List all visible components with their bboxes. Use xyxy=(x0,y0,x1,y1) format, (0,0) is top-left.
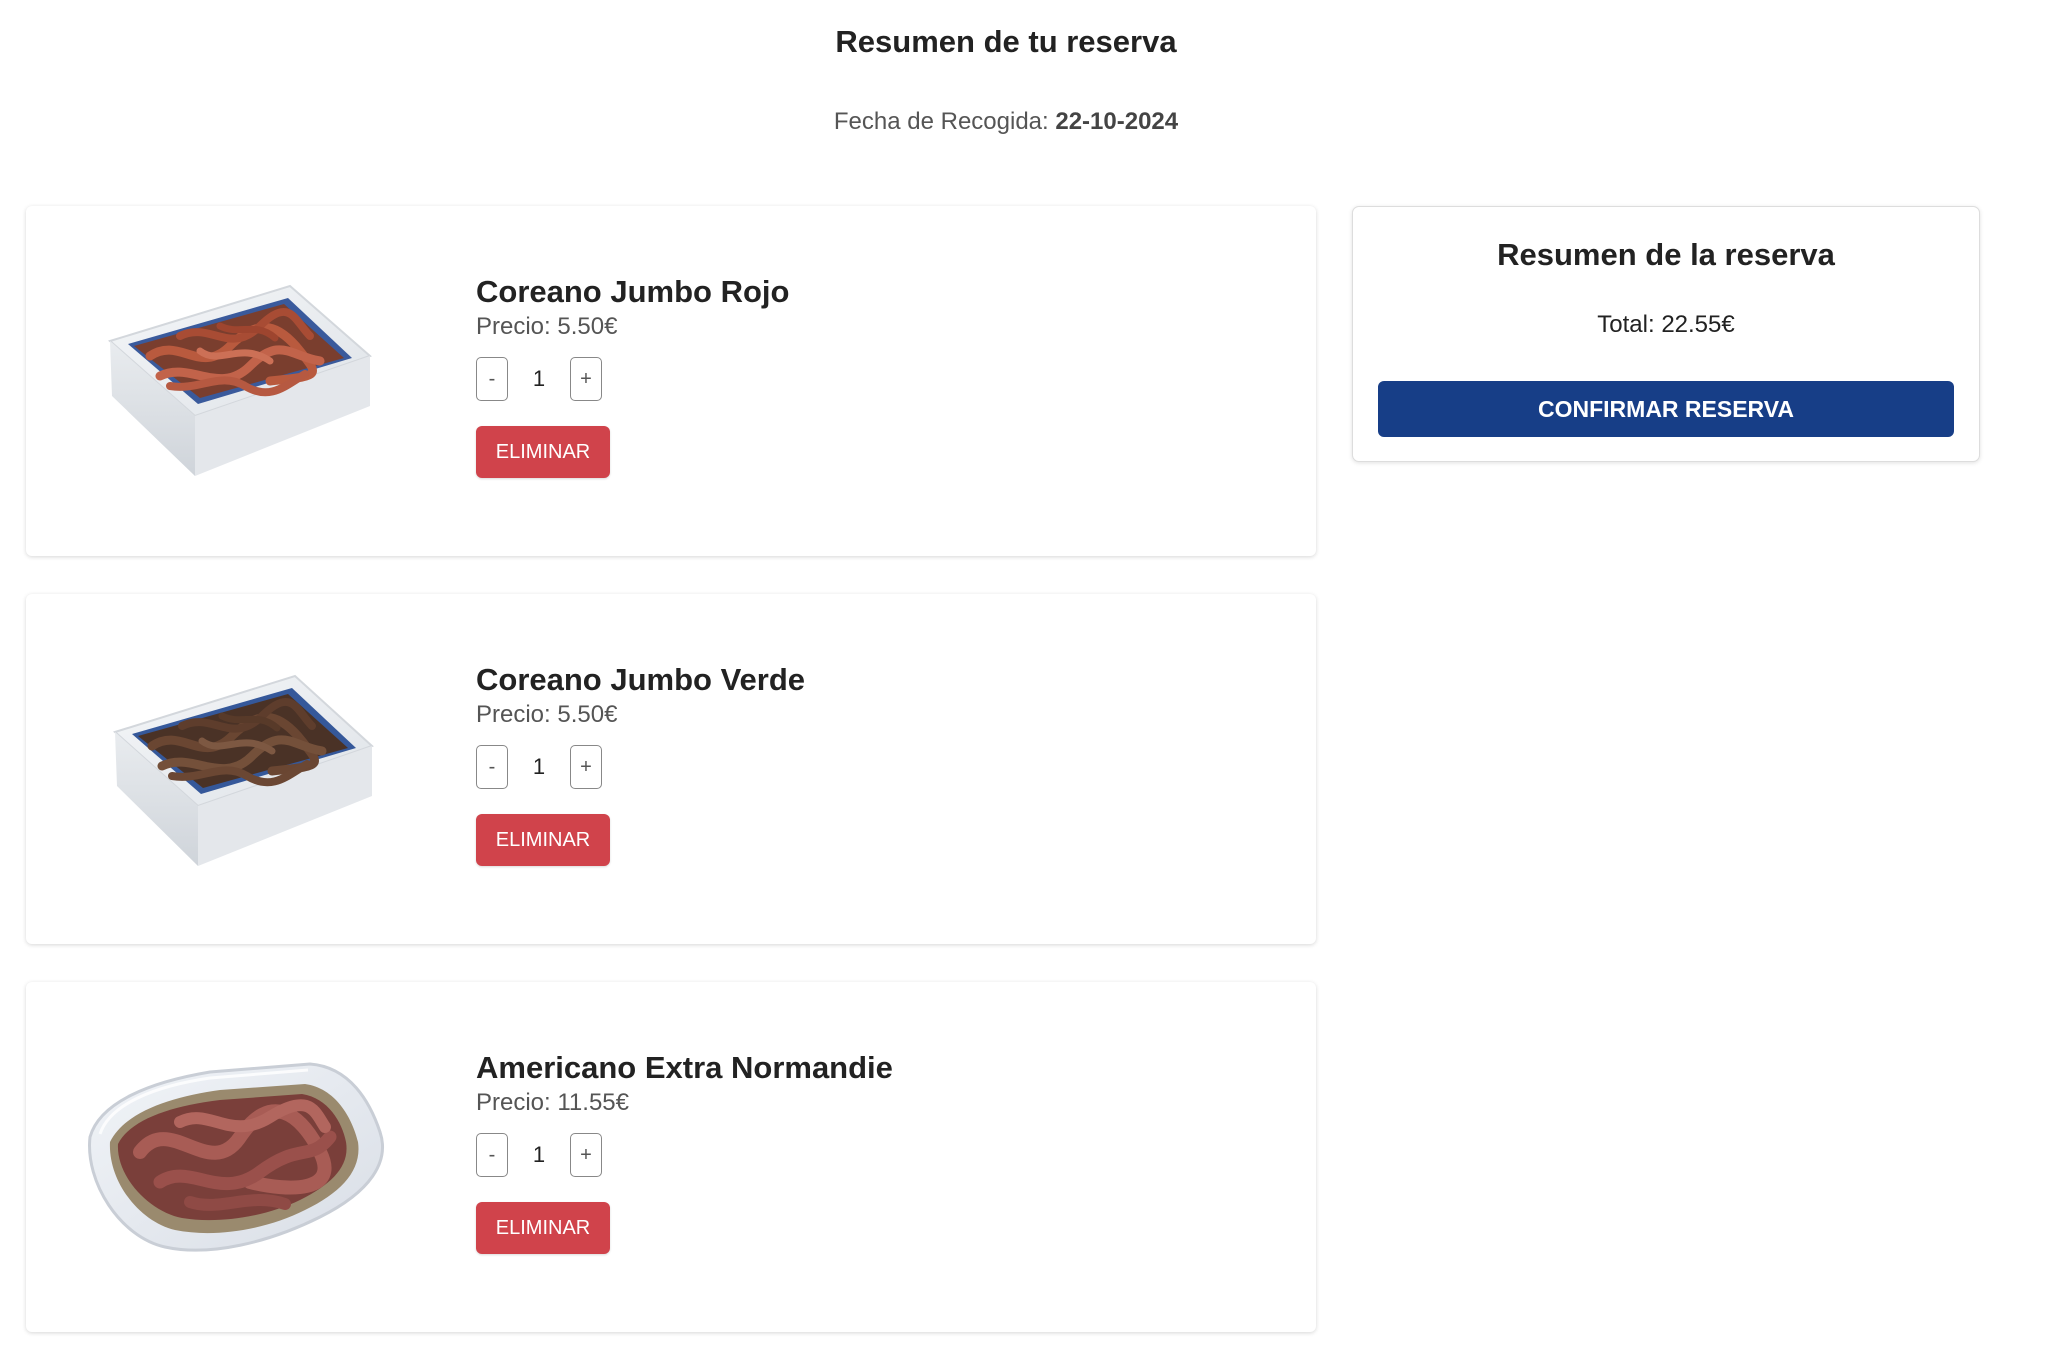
reservation-item-card: Americano Extra Normandie Precio: 11.55€… xyxy=(26,982,1316,1332)
item-name: Americano Extra Normandie xyxy=(476,1050,893,1085)
quantity-value: 1 xyxy=(532,366,546,391)
item-details: Coreano Jumbo Rojo Precio: 5.50€ - 1 + E… xyxy=(476,274,789,478)
pickup-date-label: Fecha de Recogida: xyxy=(833,108,1049,135)
reservation-items-list: Coreano Jumbo Rojo Precio: 5.50€ - 1 + E… xyxy=(26,206,1316,1370)
confirm-reservation-button[interactable]: CONFIRMAR RESERVA xyxy=(1378,381,1954,437)
decrease-quantity-button[interactable]: - xyxy=(476,1133,508,1177)
delete-item-button[interactable]: ELIMINAR xyxy=(476,1202,610,1254)
item-price: Precio: 11.55€ xyxy=(476,1089,629,1116)
quantity-value: 1 xyxy=(532,754,546,779)
quantity-stepper: - 1 + xyxy=(476,744,805,790)
page-title: Resumen de tu reserva xyxy=(835,24,1177,59)
item-name: Coreano Jumbo Verde xyxy=(476,662,806,697)
increase-quantity-button[interactable]: + xyxy=(570,745,602,789)
summary-title: Resumen de la reserva xyxy=(1497,237,1835,272)
item-price: Precio: 5.50€ xyxy=(476,701,618,728)
pickup-date-value: 22-10-2024 xyxy=(1055,108,1179,135)
product-image-clear-container-worms xyxy=(70,1042,410,1262)
quantity-stepper: - 1 + xyxy=(476,1132,893,1178)
quantity-stepper: - 1 + xyxy=(476,356,789,402)
summary-total: Total: 22.55€ xyxy=(1597,311,1735,338)
decrease-quantity-button[interactable]: - xyxy=(476,357,508,401)
product-image-red-worms xyxy=(70,266,410,486)
item-details: Coreano Jumbo Verde Precio: 5.50€ - 1 + … xyxy=(476,662,805,866)
pickup-date-line: Fecha de Recogida: 22-10-2024 xyxy=(0,108,2012,136)
reservation-item-card: Coreano Jumbo Verde Precio: 5.50€ - 1 + … xyxy=(26,594,1316,944)
increase-quantity-button[interactable]: + xyxy=(570,1133,602,1177)
product-image-green-worms xyxy=(70,654,410,874)
increase-quantity-button[interactable]: + xyxy=(570,357,602,401)
decrease-quantity-button[interactable]: - xyxy=(476,745,508,789)
item-price: Precio: 5.50€ xyxy=(476,313,618,340)
delete-item-button[interactable]: ELIMINAR xyxy=(476,426,610,478)
quantity-value: 1 xyxy=(532,1142,546,1167)
delete-item-button[interactable]: ELIMINAR xyxy=(476,814,610,866)
item-details: Americano Extra Normandie Precio: 11.55€… xyxy=(476,1050,893,1254)
item-name: Coreano Jumbo Rojo xyxy=(476,274,790,309)
reservation-item-card: Coreano Jumbo Rojo Precio: 5.50€ - 1 + E… xyxy=(26,206,1316,556)
reservation-summary-card: Resumen de la reserva Total: 22.55€ CONF… xyxy=(1352,206,1980,462)
